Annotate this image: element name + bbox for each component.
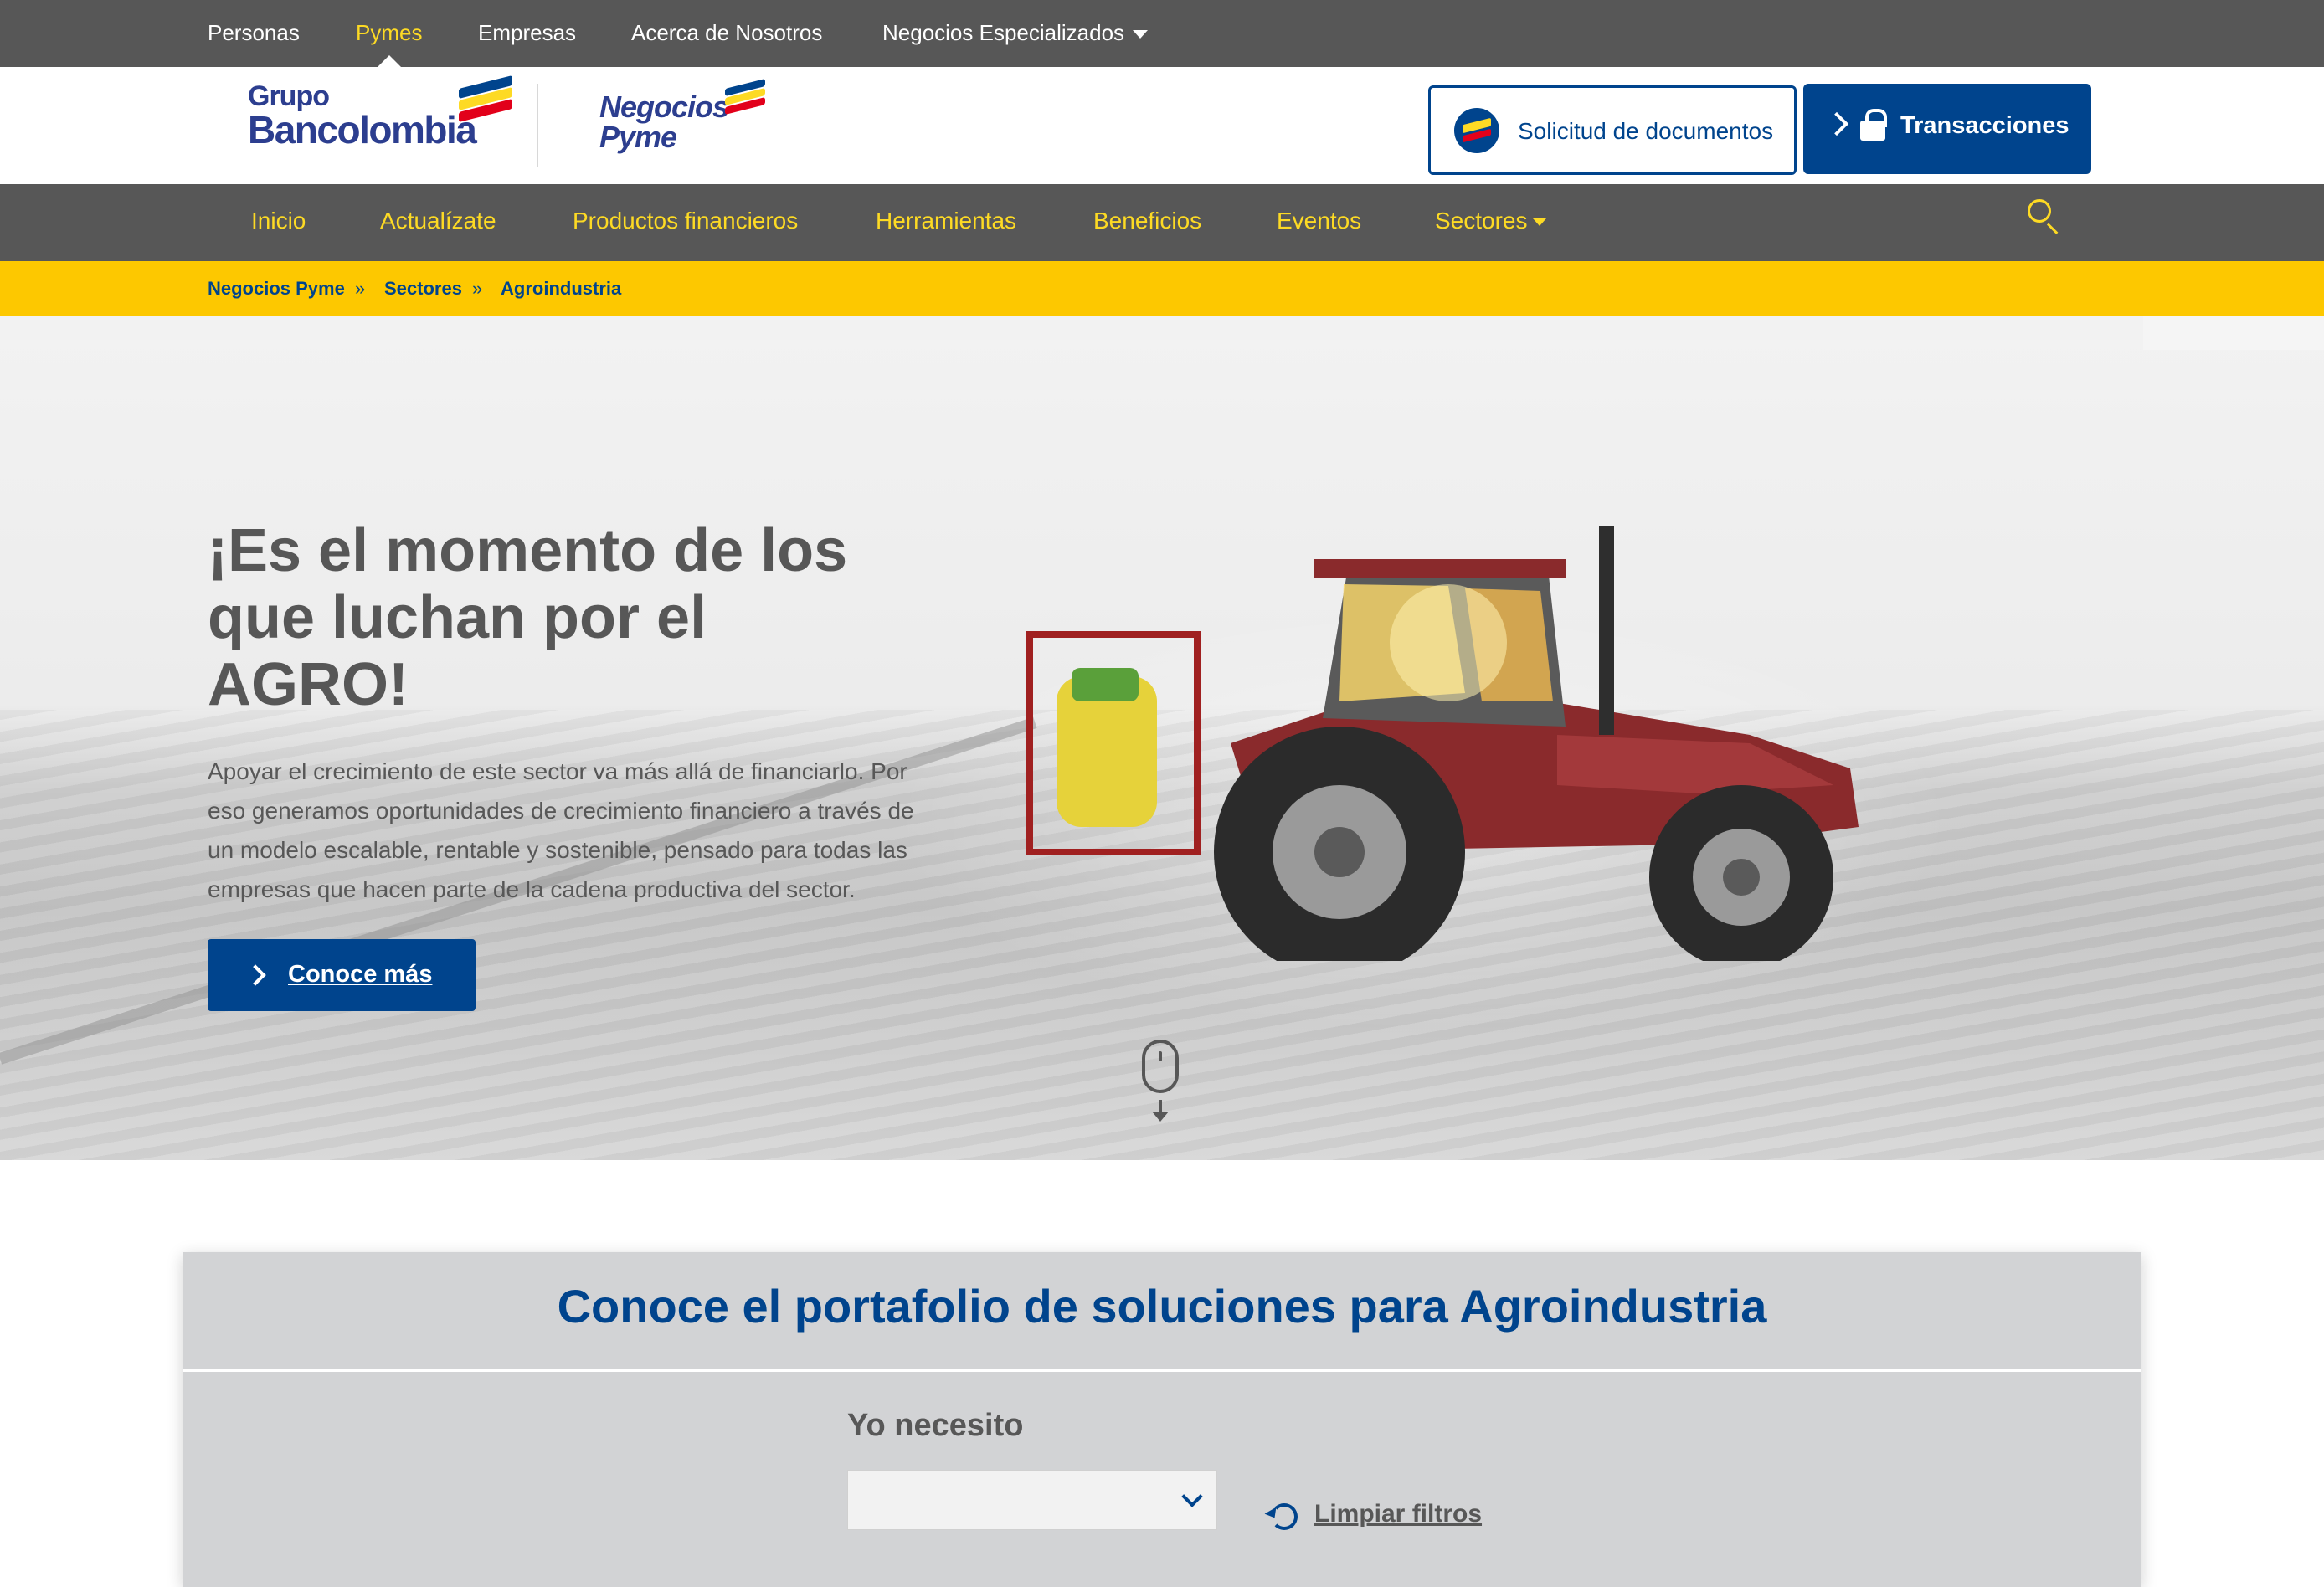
portfolio-section: Conoce el portafolio de soluciones para … xyxy=(183,1252,2141,1587)
hero-corner-panel xyxy=(2143,316,2324,350)
nav-sectores-label: Sectores xyxy=(1435,208,1528,234)
logo-negocios-text: Negocios xyxy=(599,90,729,124)
chevron-down-icon xyxy=(1181,1486,1203,1507)
hero-banner: ¡Es el momento de los que luchan por el … xyxy=(0,316,2324,1160)
limpiar-filtros-label: Limpiar filtros xyxy=(1314,1500,1483,1528)
topnav-negocios-especializados[interactable]: Negocios Especializados xyxy=(882,20,1149,46)
topnav-pymes[interactable]: Pymes xyxy=(356,20,422,46)
topnav-acerca[interactable]: Acerca de Nosotros xyxy=(631,20,822,46)
hero-description: Apoyar el crecimiento de este sector va … xyxy=(208,752,986,909)
logo-divider xyxy=(537,84,538,167)
hero-title-line: que luchan por el xyxy=(208,584,707,651)
logo-pyme-text: Pyme xyxy=(599,120,677,154)
transacciones-label: Transacciones xyxy=(1900,112,2069,139)
nav-sectores[interactable]: Sectores xyxy=(1435,208,1546,234)
conoce-mas-button[interactable]: Conoce más xyxy=(208,939,476,1011)
chevron-down-icon xyxy=(1532,218,1546,227)
lock-icon xyxy=(1860,109,1887,141)
yo-necesito-select[interactable] xyxy=(847,1470,1217,1530)
portfolio-title: Conoce el portafolio de soluciones para … xyxy=(557,1280,1767,1333)
breadcrumb-agroindustria: Agroindustria xyxy=(501,278,622,299)
logo-grupo-text: Grupo xyxy=(248,80,330,112)
logo-bancolombia-text: Bancolombia xyxy=(248,108,477,152)
breadcrumb-negocios-pyme[interactable]: Negocios Pyme xyxy=(208,278,345,300)
bancolombia-flag-icon xyxy=(459,75,512,122)
conoce-mas-label: Conoce más xyxy=(288,961,433,988)
breadcrumb: Negocios Pyme » Sectores » Agroindustria xyxy=(0,261,2324,316)
pyme-flag-icon xyxy=(725,79,765,115)
yo-necesito-label: Yo necesito xyxy=(847,1408,1024,1443)
hero-description-line: Apoyar el crecimiento de este sector va … xyxy=(208,758,907,784)
breadcrumb-separator: » xyxy=(472,278,483,299)
topnav-personas[interactable]: Personas xyxy=(208,20,300,46)
portfolio-divider xyxy=(183,1369,2141,1372)
chevron-right-icon xyxy=(244,964,266,986)
breadcrumb-separator: » xyxy=(355,278,366,299)
scroll-down-mouse-icon[interactable] xyxy=(1142,1040,1182,1123)
nav-herramientas[interactable]: Herramientas xyxy=(876,208,1016,234)
topnav-empresas[interactable]: Empresas xyxy=(478,20,576,46)
transacciones-button[interactable]: Transacciones xyxy=(1803,84,2091,174)
hero-description-line: eso generamos oportunidades de crecimien… xyxy=(208,798,914,824)
active-indicator xyxy=(378,55,401,67)
hero-title-line: ¡Es el momento de los xyxy=(208,517,848,584)
solicitud-documentos-label: Solicitud de documentos xyxy=(1518,118,1774,144)
solicitud-documentos-button[interactable]: Solicitud de documentos xyxy=(1428,85,1797,175)
tractor-image xyxy=(1026,526,1859,961)
bancolombia-app-icon xyxy=(1454,108,1499,153)
hero-description-line: empresas que hacen parte de la cadena pr… xyxy=(208,876,856,902)
nav-beneficios[interactable]: Beneficios xyxy=(1093,208,1201,234)
nav-eventos[interactable]: Eventos xyxy=(1277,208,1361,234)
topnav-negocios-especializados-label: Negocios Especializados xyxy=(882,20,1125,45)
main-navigation: Inicio Actualízate Productos financieros… xyxy=(0,184,2324,261)
nav-actualizate[interactable]: Actualízate xyxy=(380,208,496,234)
nav-inicio[interactable]: Inicio xyxy=(251,208,306,234)
chevron-down-icon xyxy=(1133,30,1149,39)
hero-title: ¡Es el momento de los que luchan por el … xyxy=(208,517,961,718)
search-icon[interactable] xyxy=(2028,199,2063,234)
hero-description-line: un modelo escalable, rentable y sostenib… xyxy=(208,837,907,863)
site-header: Grupo Bancolombia Negocios Pyme Solicitu… xyxy=(0,67,2324,184)
grupo-bancolombia-logo[interactable]: Grupo Bancolombia xyxy=(248,75,512,152)
chevron-right-icon xyxy=(1824,111,1849,136)
top-navigation-bar: Personas Pymes Empresas Acerca de Nosotr… xyxy=(0,0,2324,67)
refresh-icon xyxy=(1271,1503,1298,1530)
hero-title-line: AGRO! xyxy=(208,651,409,718)
negocios-pyme-logo[interactable]: Negocios Pyme xyxy=(599,79,765,154)
breadcrumb-sectores[interactable]: Sectores xyxy=(384,278,462,300)
nav-productos-financieros[interactable]: Productos financieros xyxy=(573,208,798,234)
